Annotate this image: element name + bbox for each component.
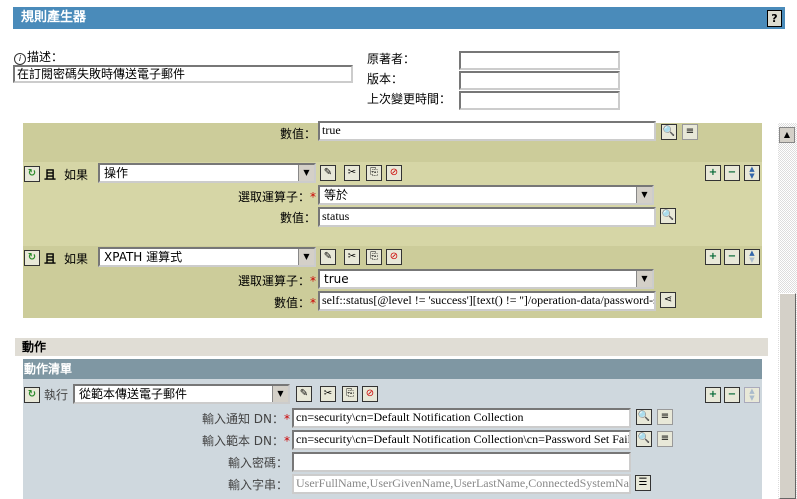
author-label: 原著者： [367,52,416,66]
operator-label: 選取運算子：* [237,190,316,204]
if-label: 如果 [64,168,89,182]
remove-icon[interactable]: − [724,387,740,403]
edit-icon[interactable]: ✎ [320,249,336,265]
operator-label: 選取運算子：* [237,274,316,288]
search-icon[interactable]: 🔍 [660,208,676,224]
template-dn-label: 輸入範本 DN：* [201,434,290,448]
add-icon[interactable]: + [705,165,721,181]
scroll-thumb[interactable] [779,293,796,499]
insert-icon[interactable]: ≡ [657,409,673,425]
cut-icon[interactable]: ✂ [320,386,336,402]
add-icon[interactable]: + [705,249,721,265]
condition-type-select[interactable]: XPATH 運算式 ▼ [98,247,316,267]
string-builder-icon[interactable]: ☰ [635,475,651,491]
condition-type-value: XPATH 運算式 [104,250,183,264]
if-label: 如果 [64,252,89,266]
notify-dn-label: 輸入通知 DN：* [201,412,290,426]
chevron-down-icon: ▼ [298,249,314,265]
xpath-builder-icon[interactable]: ⋖ [660,292,676,308]
move-up-down-icon[interactable]: ▲ ▼ [744,387,760,403]
value-label: 數值：* [273,296,316,310]
page-title: 規則產生器 [21,10,87,25]
notify-dn-input[interactable]: cn=security\cn=Default Notification Coll… [292,408,631,428]
author-input[interactable] [459,51,620,70]
insert-icon[interactable]: ≡ [682,124,698,140]
copy-icon[interactable]: ⎘ [366,249,382,265]
refresh-icon[interactable]: ↻ [24,387,40,403]
do-label: 執行 [44,388,69,402]
description-input[interactable]: 在訂閱密碼失敗時傳送電子郵件 [13,65,353,83]
operator-value: true [324,272,349,286]
version-label: 版本： [367,72,404,86]
title-bar: 規則產生器 ? [13,7,785,29]
chevron-down-icon: ▼ [298,165,314,181]
add-icon[interactable]: + [705,387,721,403]
condition-type-select[interactable]: 操作 ▼ [98,163,316,183]
refresh-icon[interactable]: ↻ [24,250,40,266]
search-icon[interactable]: 🔍 [661,124,677,140]
operator-select[interactable]: true ▼ [318,269,654,289]
action-value: 從範本傳送電子郵件 [79,387,188,401]
and-label: 且 [44,168,57,182]
scroll-up-button[interactable]: ▲ [779,127,795,143]
info-icon: i [14,50,26,65]
string-input[interactable]: UserFullName,UserGivenName,UserLastName,… [292,474,631,494]
insert-icon[interactable]: ≡ [657,431,673,447]
version-input[interactable] [459,71,620,90]
action-select[interactable]: 從範本傳送電子郵件 ▼ [73,384,290,404]
chevron-down-icon: ▼ [636,271,652,287]
value-input[interactable]: status [318,207,656,227]
password-label: 輸入密碼： [227,456,288,470]
operator-select[interactable]: 等於 ▼ [318,185,654,205]
move-up-down-icon[interactable]: ▲ ▼ [744,165,760,181]
and-label: 且 [44,252,57,266]
remove-icon[interactable]: − [724,165,740,181]
password-input[interactable] [292,452,631,472]
chevron-down-icon: ▼ [636,187,652,203]
last-modified-label: 上次變更時間： [367,92,452,106]
vertical-scrollbar[interactable]: ▲ [778,123,797,499]
action-list-header: 動作清單 [23,359,762,379]
remove-icon[interactable]: − [724,249,740,265]
delete-icon[interactable]: ⊘ [386,249,402,265]
cut-icon[interactable]: ✂ [344,165,360,181]
string-label: 輸入字串： [227,478,288,492]
value-label: 數值： [279,127,316,141]
edit-icon[interactable]: ✎ [296,386,312,402]
template-dn-input[interactable]: cn=security\cn=Default Notification Coll… [292,430,631,450]
condition-type-value: 操作 [104,166,129,180]
move-up-down-icon[interactable]: ▲ ▼ [744,249,760,265]
delete-icon[interactable]: ⊘ [362,386,378,402]
delete-icon[interactable]: ⊘ [386,165,402,181]
value-label: 數值： [279,211,316,225]
edit-icon[interactable]: ✎ [320,165,336,181]
search-icon[interactable]: 🔍 [636,409,652,425]
operator-value: 等於 [324,188,349,202]
copy-icon[interactable]: ⎘ [366,165,382,181]
copy-icon[interactable]: ⎘ [342,386,358,402]
help-icon[interactable]: ? [767,10,782,27]
chevron-down-icon: ▼ [272,386,288,402]
refresh-icon[interactable]: ↻ [24,166,40,182]
cut-icon[interactable]: ✂ [344,249,360,265]
actions-section-header: 動作 [15,338,768,356]
search-icon[interactable]: 🔍 [636,431,652,447]
xpath-value-input[interactable]: self::status[@level != 'success'][text()… [318,291,656,311]
value-input[interactable]: true [318,121,656,141]
description-label: 描述： [27,50,64,64]
last-modified-input[interactable] [459,91,620,110]
